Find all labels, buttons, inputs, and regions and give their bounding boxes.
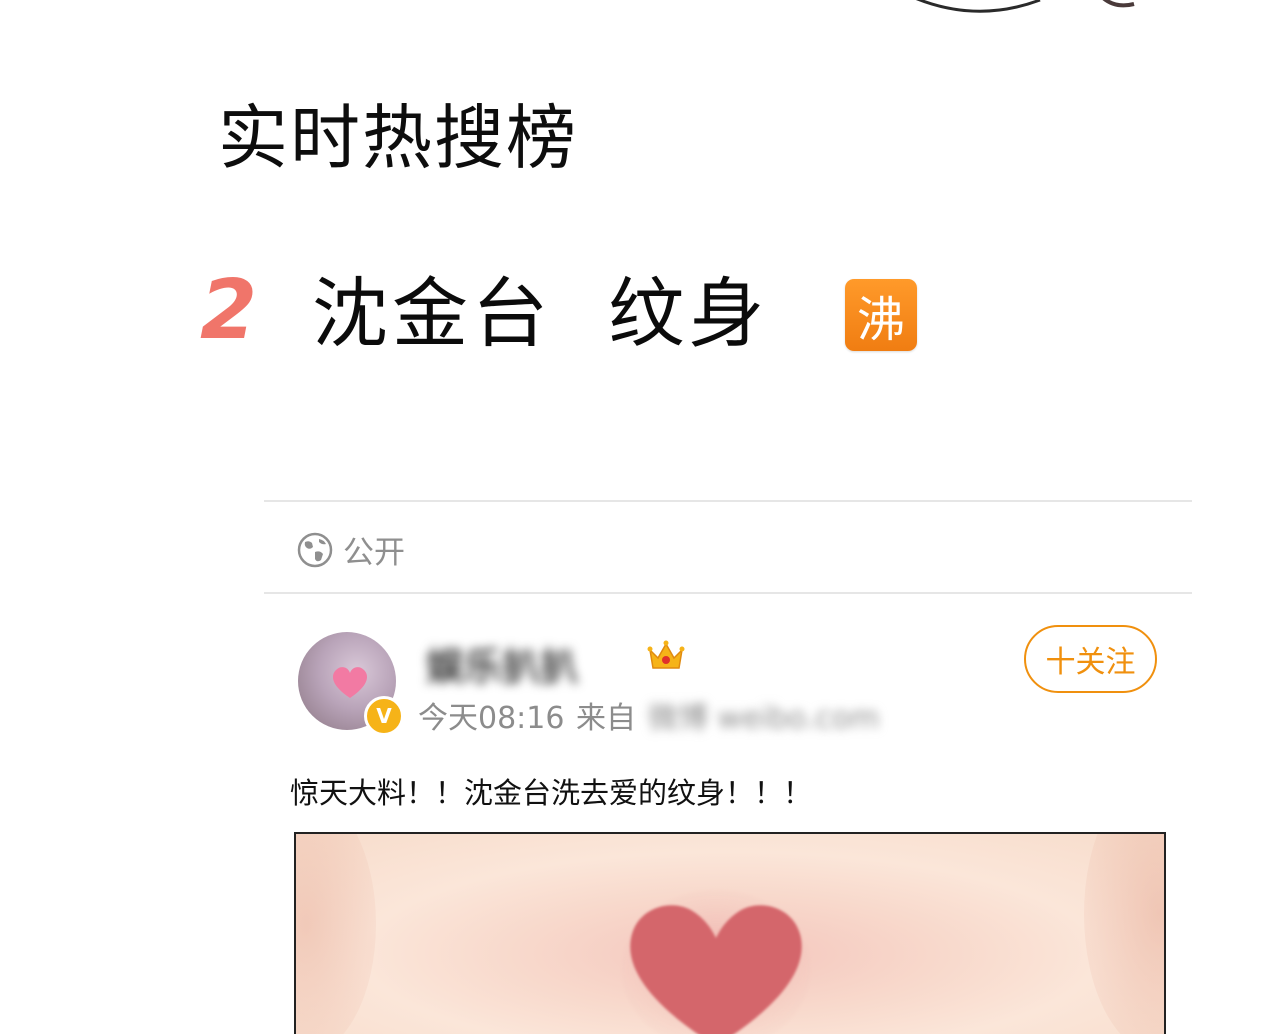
image-shade-right: [1084, 834, 1164, 1034]
hot-topic-title[interactable]: 沈金台 纹身: [312, 272, 768, 356]
username[interactable]: 娱乐扒扒: [426, 636, 578, 691]
post-card: 公开 V 娱乐扒扒 今天08:16 来自 微博 weibo.com 十关注 惊天…: [264, 500, 1192, 1034]
follow-button[interactable]: 十关注: [1024, 625, 1157, 693]
image-shade-left: [296, 834, 376, 1034]
hot-badge: 沸: [845, 279, 917, 351]
globe-icon: [297, 532, 333, 567]
top-decoration: [916, 0, 1135, 13]
page-title: 实时热搜榜: [218, 97, 578, 179]
post-text: 惊天大料！！沈金台洗去爱的纹身！！！: [290, 776, 813, 810]
hot-rank-number: 2: [200, 263, 258, 358]
post-source-label: 来自: [576, 701, 636, 736]
heart-icon: [332, 667, 368, 698]
divider-bottom: [264, 592, 1192, 594]
post-time: 今天08:16: [418, 701, 565, 736]
divider-top: [264, 500, 1192, 502]
post-image[interactable]: [294, 832, 1166, 1034]
privacy-label: 公开: [343, 535, 405, 571]
privacy-setting[interactable]: 公开: [297, 527, 405, 572]
crown-icon: [647, 640, 685, 669]
verified-badge-icon: V: [364, 696, 404, 736]
post-source-value: 微博 weibo.com: [648, 701, 880, 736]
heart-tattoo-icon: [622, 890, 810, 1034]
